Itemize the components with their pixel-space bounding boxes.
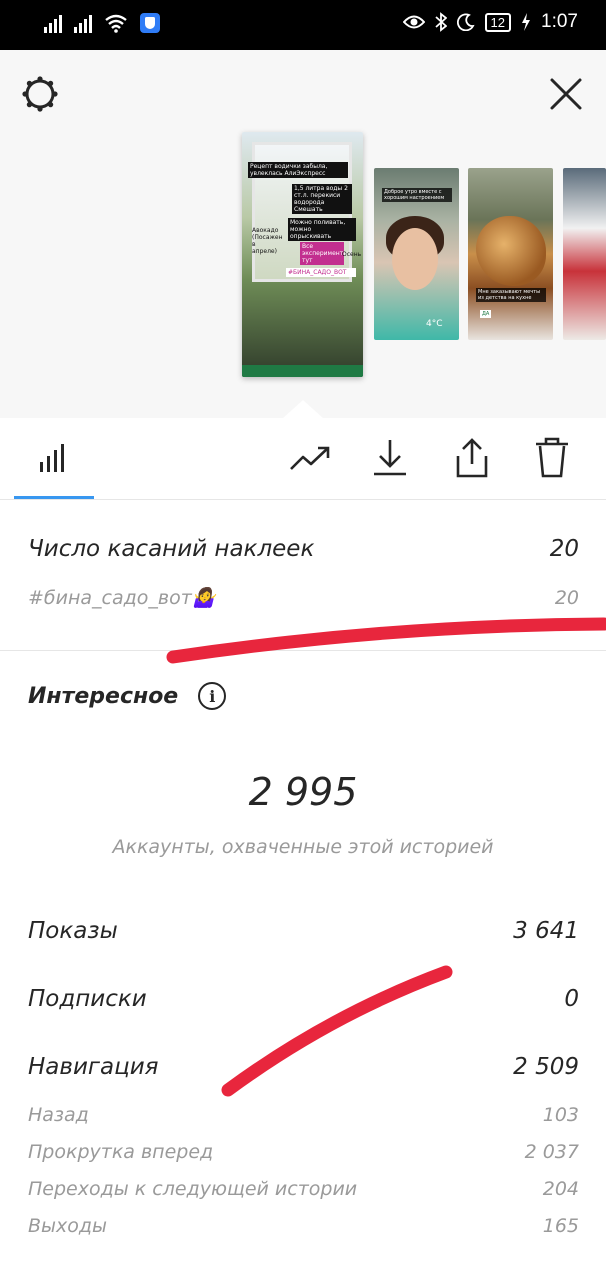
thumbnail-caption: Можно поливать, можно опрыскивать <box>288 218 356 241</box>
sticker-taps-label: Число касаний наклеек <box>28 536 315 562</box>
wifi-icon <box>105 14 127 33</box>
selection-pointer <box>283 400 323 418</box>
reach-caption: Аккаунты, охваченные этой историей <box>112 836 494 858</box>
metric-row-impressions: Показы 3 641 <box>28 918 579 944</box>
bar-chart-icon[interactable] <box>32 436 76 480</box>
vpn-shield-icon <box>140 13 160 33</box>
thumbnail-caption: Все эксперименты тут <box>300 242 348 265</box>
signal-icon <box>44 13 62 33</box>
story-thumbnail[interactable]: Доброе утро вместе с хорошим настроением… <box>374 168 459 340</box>
battery-indicator: 12 <box>484 12 512 32</box>
thumbnail-footer-strip <box>242 365 363 377</box>
story-thumbnail-selected[interactable]: Рецепт водички забыла, увлеклась АлиЭксп… <box>242 132 363 377</box>
sticker-taps-value: 20 <box>549 536 579 562</box>
navigation-row-next-story: Переходы к следующей истории 204 <box>28 1178 579 1200</box>
status-time: 1:07 <box>541 11 578 32</box>
bluetooth-icon <box>434 12 447 32</box>
thumbnail-portrait-face <box>392 228 438 290</box>
sticker-item-row: #бина_садо_вот🤷‍♀️ 20 <box>28 586 579 609</box>
thumbnail-caption: Доброе утро вместе с хорошим настроением <box>382 188 452 202</box>
navigation-row-forward: Прокрутка вперед 2 037 <box>28 1141 579 1163</box>
discovery-header: Интересное i <box>28 682 227 710</box>
metric-value: 0 <box>564 986 579 1012</box>
eye-icon <box>402 15 425 29</box>
navigation-value: 103 <box>542 1104 579 1126</box>
metric-value: 3 641 <box>513 918 579 944</box>
navigation-label: Переходы к следующей истории <box>28 1178 358 1200</box>
trash-icon[interactable] <box>530 436 574 480</box>
navigation-label: Назад <box>28 1104 89 1126</box>
metric-label: Показы <box>28 918 118 944</box>
close-icon[interactable] <box>546 74 586 114</box>
signal-icon <box>74 13 92 33</box>
info-icon[interactable]: i <box>198 682 227 710</box>
sticker-item-value: 20 <box>554 587 579 609</box>
trending-up-icon[interactable] <box>288 436 332 480</box>
thumbnail-caption: 4°C <box>426 319 443 329</box>
metric-row-navigation: Навигация 2 509 <box>28 1054 579 1080</box>
metric-label: Навигация <box>28 1054 159 1080</box>
download-icon[interactable] <box>368 436 412 480</box>
story-action-bar <box>0 418 606 500</box>
navigation-value: 204 <box>542 1178 579 1200</box>
thumbnail-caption: #БИНА_САДО_ВОТ <box>286 268 356 277</box>
story-thumbnail[interactable] <box>563 168 606 340</box>
sticker-taps-row: Число касаний наклеек 20 <box>28 536 579 562</box>
thumbnail-caption: Осень <box>342 251 362 258</box>
thumbnail-caption: ДА <box>480 310 492 318</box>
story-carousel-area: Рецепт водички забыла, увлеклась АлиЭксп… <box>0 50 606 418</box>
thumbnail-caption: Мне заказывают мечты из детства на кухне <box>476 288 546 302</box>
metric-value: 2 509 <box>513 1054 579 1080</box>
navigation-value: 165 <box>542 1215 579 1237</box>
reach-value: 2 995 <box>248 770 358 814</box>
charging-icon <box>522 13 531 31</box>
thumbnail-caption: 1,5 литра воды 2 ст.л. перекиси водорода… <box>292 184 352 214</box>
navigation-row-exits: Выходы 165 <box>28 1215 579 1237</box>
metric-row-follows: Подписки 0 <box>28 986 579 1012</box>
share-icon[interactable] <box>450 436 494 480</box>
navigation-label: Прокрутка вперед <box>28 1141 214 1163</box>
marker-stroke-underline <box>166 617 606 664</box>
status-left <box>44 13 160 33</box>
thumbnail-caption: Авокадо (Посажен в апреле) <box>252 227 283 255</box>
story-thumbnail[interactable]: Мне заказывают мечты из детства на кухне… <box>468 168 553 340</box>
thumbnail-roast-photo <box>476 216 546 286</box>
section-title: Интересное <box>28 683 179 709</box>
metric-label: Подписки <box>28 986 147 1012</box>
thumbnail-caption: Рецепт водички забыла, увлеклась АлиЭксп… <box>248 162 348 178</box>
section-divider <box>0 650 606 651</box>
sticker-item-label: #бина_садо_вот🤷‍♀️ <box>28 587 216 609</box>
gear-icon[interactable] <box>20 74 60 114</box>
navigation-label: Выходы <box>28 1215 108 1237</box>
moon-icon <box>456 13 475 31</box>
navigation-value: 2 037 <box>524 1141 579 1163</box>
active-tab-indicator <box>14 496 94 499</box>
status-bar: 12 1:07 <box>0 0 606 50</box>
navigation-row-back: Назад 103 <box>28 1104 579 1126</box>
status-right: 12 1:07 <box>402 11 578 33</box>
